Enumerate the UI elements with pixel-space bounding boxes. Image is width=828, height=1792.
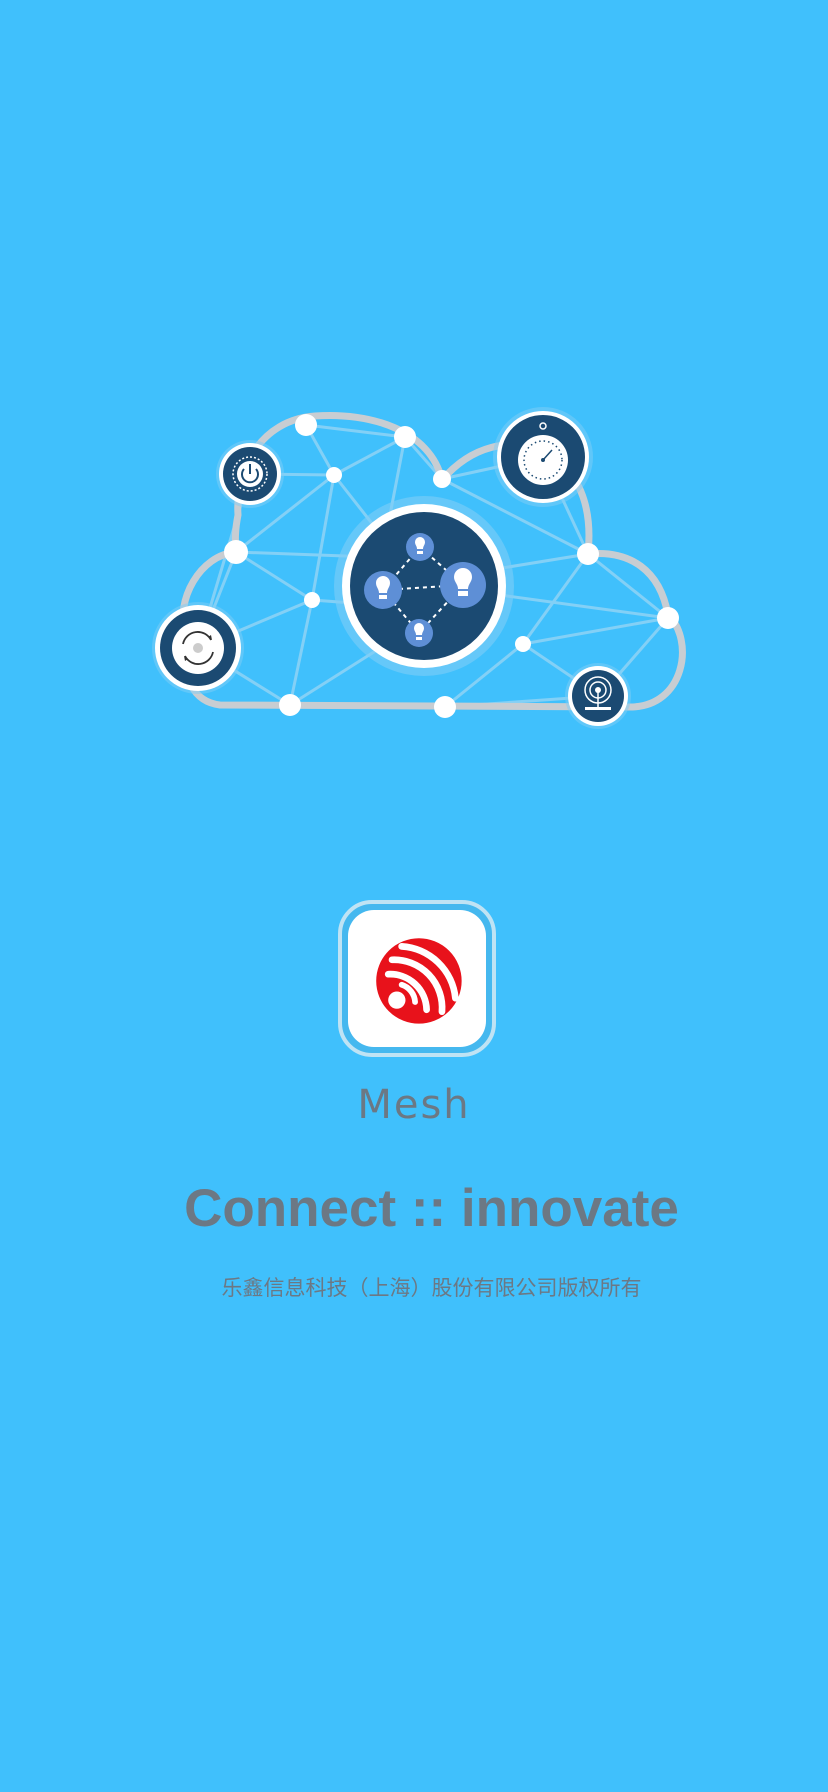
app-logo	[338, 900, 496, 1057]
app-name: Mesh	[357, 1082, 471, 1128]
espressif-logo-icon	[348, 910, 486, 1047]
copyright-notice: 乐鑫信息科技（上海）股份有限公司版权所有	[221, 1276, 642, 1300]
power-icon	[216, 440, 284, 508]
sync-icon	[152, 602, 244, 694]
stopwatch-icon	[493, 407, 593, 507]
tagline: Connect :: innovate	[184, 1179, 679, 1238]
antenna-icon	[565, 663, 631, 729]
cloud-mesh-illustration	[140, 390, 700, 750]
mesh-hub-icon	[334, 496, 514, 676]
